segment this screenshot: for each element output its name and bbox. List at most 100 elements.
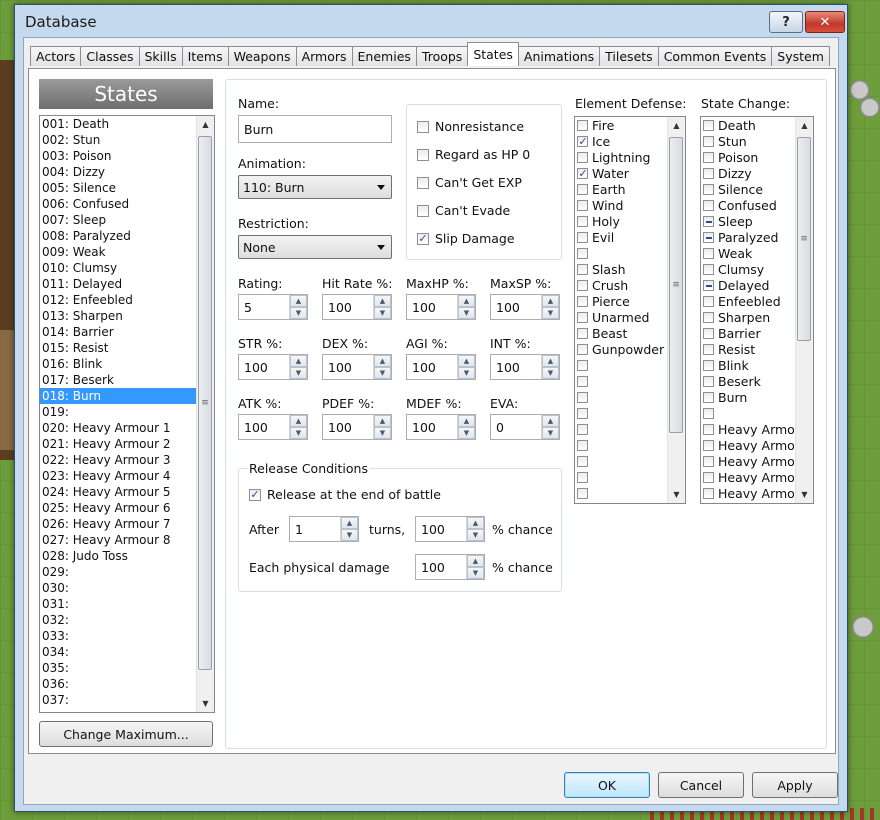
spin-up-icon[interactable]: ▲ xyxy=(290,295,307,307)
option-checkbox[interactable]: Can't Evade xyxy=(417,203,510,218)
tab-armors[interactable]: Armors xyxy=(295,46,353,66)
spin-down-icon[interactable]: ▼ xyxy=(542,367,559,379)
scroll-down-arrow-icon[interactable]: ▼ xyxy=(796,486,813,503)
state-list-item[interactable]: 033: xyxy=(40,628,214,644)
spin-down-icon[interactable]: ▼ xyxy=(467,529,484,541)
state-list-item[interactable]: 023: Heavy Armour 4 xyxy=(40,468,214,484)
apply-button[interactable]: Apply xyxy=(752,772,838,798)
spin-down-icon[interactable]: ▼ xyxy=(458,367,475,379)
spin-up-icon[interactable]: ▲ xyxy=(542,415,559,427)
stat-spinner[interactable]: 100 ▲ ▼ xyxy=(322,294,392,320)
spin-down-icon[interactable]: ▼ xyxy=(290,367,307,379)
state-list-item[interactable]: 022: Heavy Armour 3 xyxy=(40,452,214,468)
spin-up-icon[interactable]: ▲ xyxy=(374,295,391,307)
state-list-item[interactable]: 035: xyxy=(40,660,214,676)
scroll-up-arrow-icon[interactable]: ▲ xyxy=(668,117,685,134)
tab-enemies[interactable]: Enemies xyxy=(351,46,417,66)
states-listbox[interactable]: 001: Death 002: Stun 003: Poison 004: Dizzy… xyxy=(39,115,215,713)
element-scrollbar[interactable]: ▲ ≡ ▼ xyxy=(667,117,685,503)
restriction-select[interactable]: None xyxy=(238,235,392,259)
tab-animations[interactable]: Animations xyxy=(517,46,601,66)
animation-select[interactable]: 110: Burn xyxy=(238,175,392,199)
state-list-item[interactable]: 015: Resist xyxy=(40,340,214,356)
stat-spinner[interactable]: 100 ▲ ▼ xyxy=(406,414,476,440)
scroll-down-arrow-icon[interactable]: ▼ xyxy=(668,486,685,503)
tab-troops[interactable]: Troops xyxy=(415,46,469,66)
state-list-item[interactable]: 008: Paralyzed xyxy=(40,228,214,244)
spin-up-icon[interactable]: ▲ xyxy=(290,355,307,367)
tab-weapons[interactable]: Weapons xyxy=(227,46,297,66)
release-end-battle-checkbox[interactable]: Release at the end of battle xyxy=(249,487,441,502)
spin-down-icon[interactable]: ▼ xyxy=(458,307,475,319)
stat-spinner[interactable]: 100 ▲ ▼ xyxy=(406,354,476,380)
turn-chance-spinner[interactable]: 100 ▲ ▼ xyxy=(415,516,485,542)
tab-tilesets[interactable]: Tilesets xyxy=(599,46,659,66)
stat-spinner[interactable]: 100 ▲ ▼ xyxy=(322,414,392,440)
state-list-item[interactable]: 027: Heavy Armour 8 xyxy=(40,532,214,548)
scroll-thumb[interactable]: ≡ xyxy=(797,137,811,341)
close-button[interactable]: ✕ xyxy=(805,11,845,33)
state-list-item[interactable]: 034: xyxy=(40,644,214,660)
state-list-item[interactable]: 036: xyxy=(40,676,214,692)
state-list-item[interactable]: 019: xyxy=(40,404,214,420)
state-list-item[interactable]: 011: Delayed xyxy=(40,276,214,292)
state-list-item[interactable]: 003: Poison xyxy=(40,148,214,164)
spin-down-icon[interactable]: ▼ xyxy=(542,307,559,319)
spin-down-icon[interactable]: ▼ xyxy=(374,307,391,319)
spin-up-icon[interactable]: ▲ xyxy=(374,415,391,427)
spin-down-icon[interactable]: ▼ xyxy=(341,529,358,541)
state-list-item[interactable]: 007: Sleep xyxy=(40,212,214,228)
stat-spinner[interactable]: 0 ▲ ▼ xyxy=(490,414,560,440)
stat-spinner[interactable]: 100 ▲ ▼ xyxy=(238,414,308,440)
stat-spinner[interactable]: 100 ▲ ▼ xyxy=(406,294,476,320)
stat-spinner[interactable]: 100 ▲ ▼ xyxy=(238,354,308,380)
scroll-thumb[interactable]: ≡ xyxy=(198,136,212,670)
state-list-item[interactable]: 001: Death xyxy=(40,116,214,132)
scroll-down-arrow-icon[interactable]: ▼ xyxy=(197,695,214,712)
state-change-list[interactable]: Death Stun Poison Dizzy Silence Confused Sleep… xyxy=(700,116,814,504)
states-scrollbar[interactable]: ▲ ≡ ▼ xyxy=(196,116,214,712)
state-list-item[interactable]: 037: xyxy=(40,692,214,708)
stat-spinner[interactable]: 100 ▲ ▼ xyxy=(490,294,560,320)
state-list-item[interactable]: 002: Stun xyxy=(40,132,214,148)
option-checkbox[interactable]: Nonresistance xyxy=(417,119,524,134)
option-checkbox[interactable]: Slip Damage xyxy=(417,231,515,246)
after-turns-spinner[interactable]: 1 ▲ ▼ xyxy=(289,516,359,542)
tab-actors[interactable]: Actors xyxy=(30,46,82,66)
stat-spinner[interactable]: 100 ▲ ▼ xyxy=(322,354,392,380)
option-checkbox[interactable]: Regard as HP 0 xyxy=(417,147,530,162)
state-list-item[interactable]: 026: Heavy Armour 7 xyxy=(40,516,214,532)
state-list-item[interactable]: 028: Judo Toss xyxy=(40,548,214,564)
spin-down-icon[interactable]: ▼ xyxy=(458,427,475,439)
stat-spinner[interactable]: 5 ▲ ▼ xyxy=(238,294,308,320)
help-button[interactable]: ? xyxy=(769,11,803,33)
state-list-item[interactable]: 005: Silence xyxy=(40,180,214,196)
tab-common-events[interactable]: Common Events xyxy=(657,46,773,66)
state-list-item[interactable]: 006: Confused xyxy=(40,196,214,212)
spin-up-icon[interactable]: ▲ xyxy=(458,415,475,427)
state-list-item[interactable]: 031: xyxy=(40,596,214,612)
tab-states[interactable]: States xyxy=(467,42,519,66)
ok-button[interactable]: OK xyxy=(564,772,650,798)
state-list-item[interactable]: 025: Heavy Armour 6 xyxy=(40,500,214,516)
scroll-up-arrow-icon[interactable]: ▲ xyxy=(197,116,214,133)
spin-down-icon[interactable]: ▼ xyxy=(467,567,484,579)
stat-spinner[interactable]: 100 ▲ ▼ xyxy=(490,354,560,380)
state-list-item[interactable]: 016: Blink xyxy=(40,356,214,372)
state-list-item[interactable]: 021: Heavy Armour 2 xyxy=(40,436,214,452)
state-list-item[interactable]: 032: xyxy=(40,612,214,628)
change-maximum-button[interactable]: Change Maximum... xyxy=(39,721,213,747)
spin-down-icon[interactable]: ▼ xyxy=(374,367,391,379)
spin-up-icon[interactable]: ▲ xyxy=(458,295,475,307)
state-list-item[interactable]: 020: Heavy Armour 1 xyxy=(40,420,214,436)
scroll-up-arrow-icon[interactable]: ▲ xyxy=(796,117,813,134)
option-checkbox[interactable]: Can't Get EXP xyxy=(417,175,522,190)
state-list-item[interactable]: 024: Heavy Armour 5 xyxy=(40,484,214,500)
spin-up-icon[interactable]: ▲ xyxy=(290,415,307,427)
scroll-thumb[interactable]: ≡ xyxy=(669,137,683,433)
spin-down-icon[interactable]: ▼ xyxy=(290,427,307,439)
tab-system[interactable]: System xyxy=(771,46,830,66)
state-list-item[interactable]: 029: xyxy=(40,564,214,580)
state-list-item[interactable]: 030: xyxy=(40,580,214,596)
spin-down-icon[interactable]: ▼ xyxy=(290,307,307,319)
